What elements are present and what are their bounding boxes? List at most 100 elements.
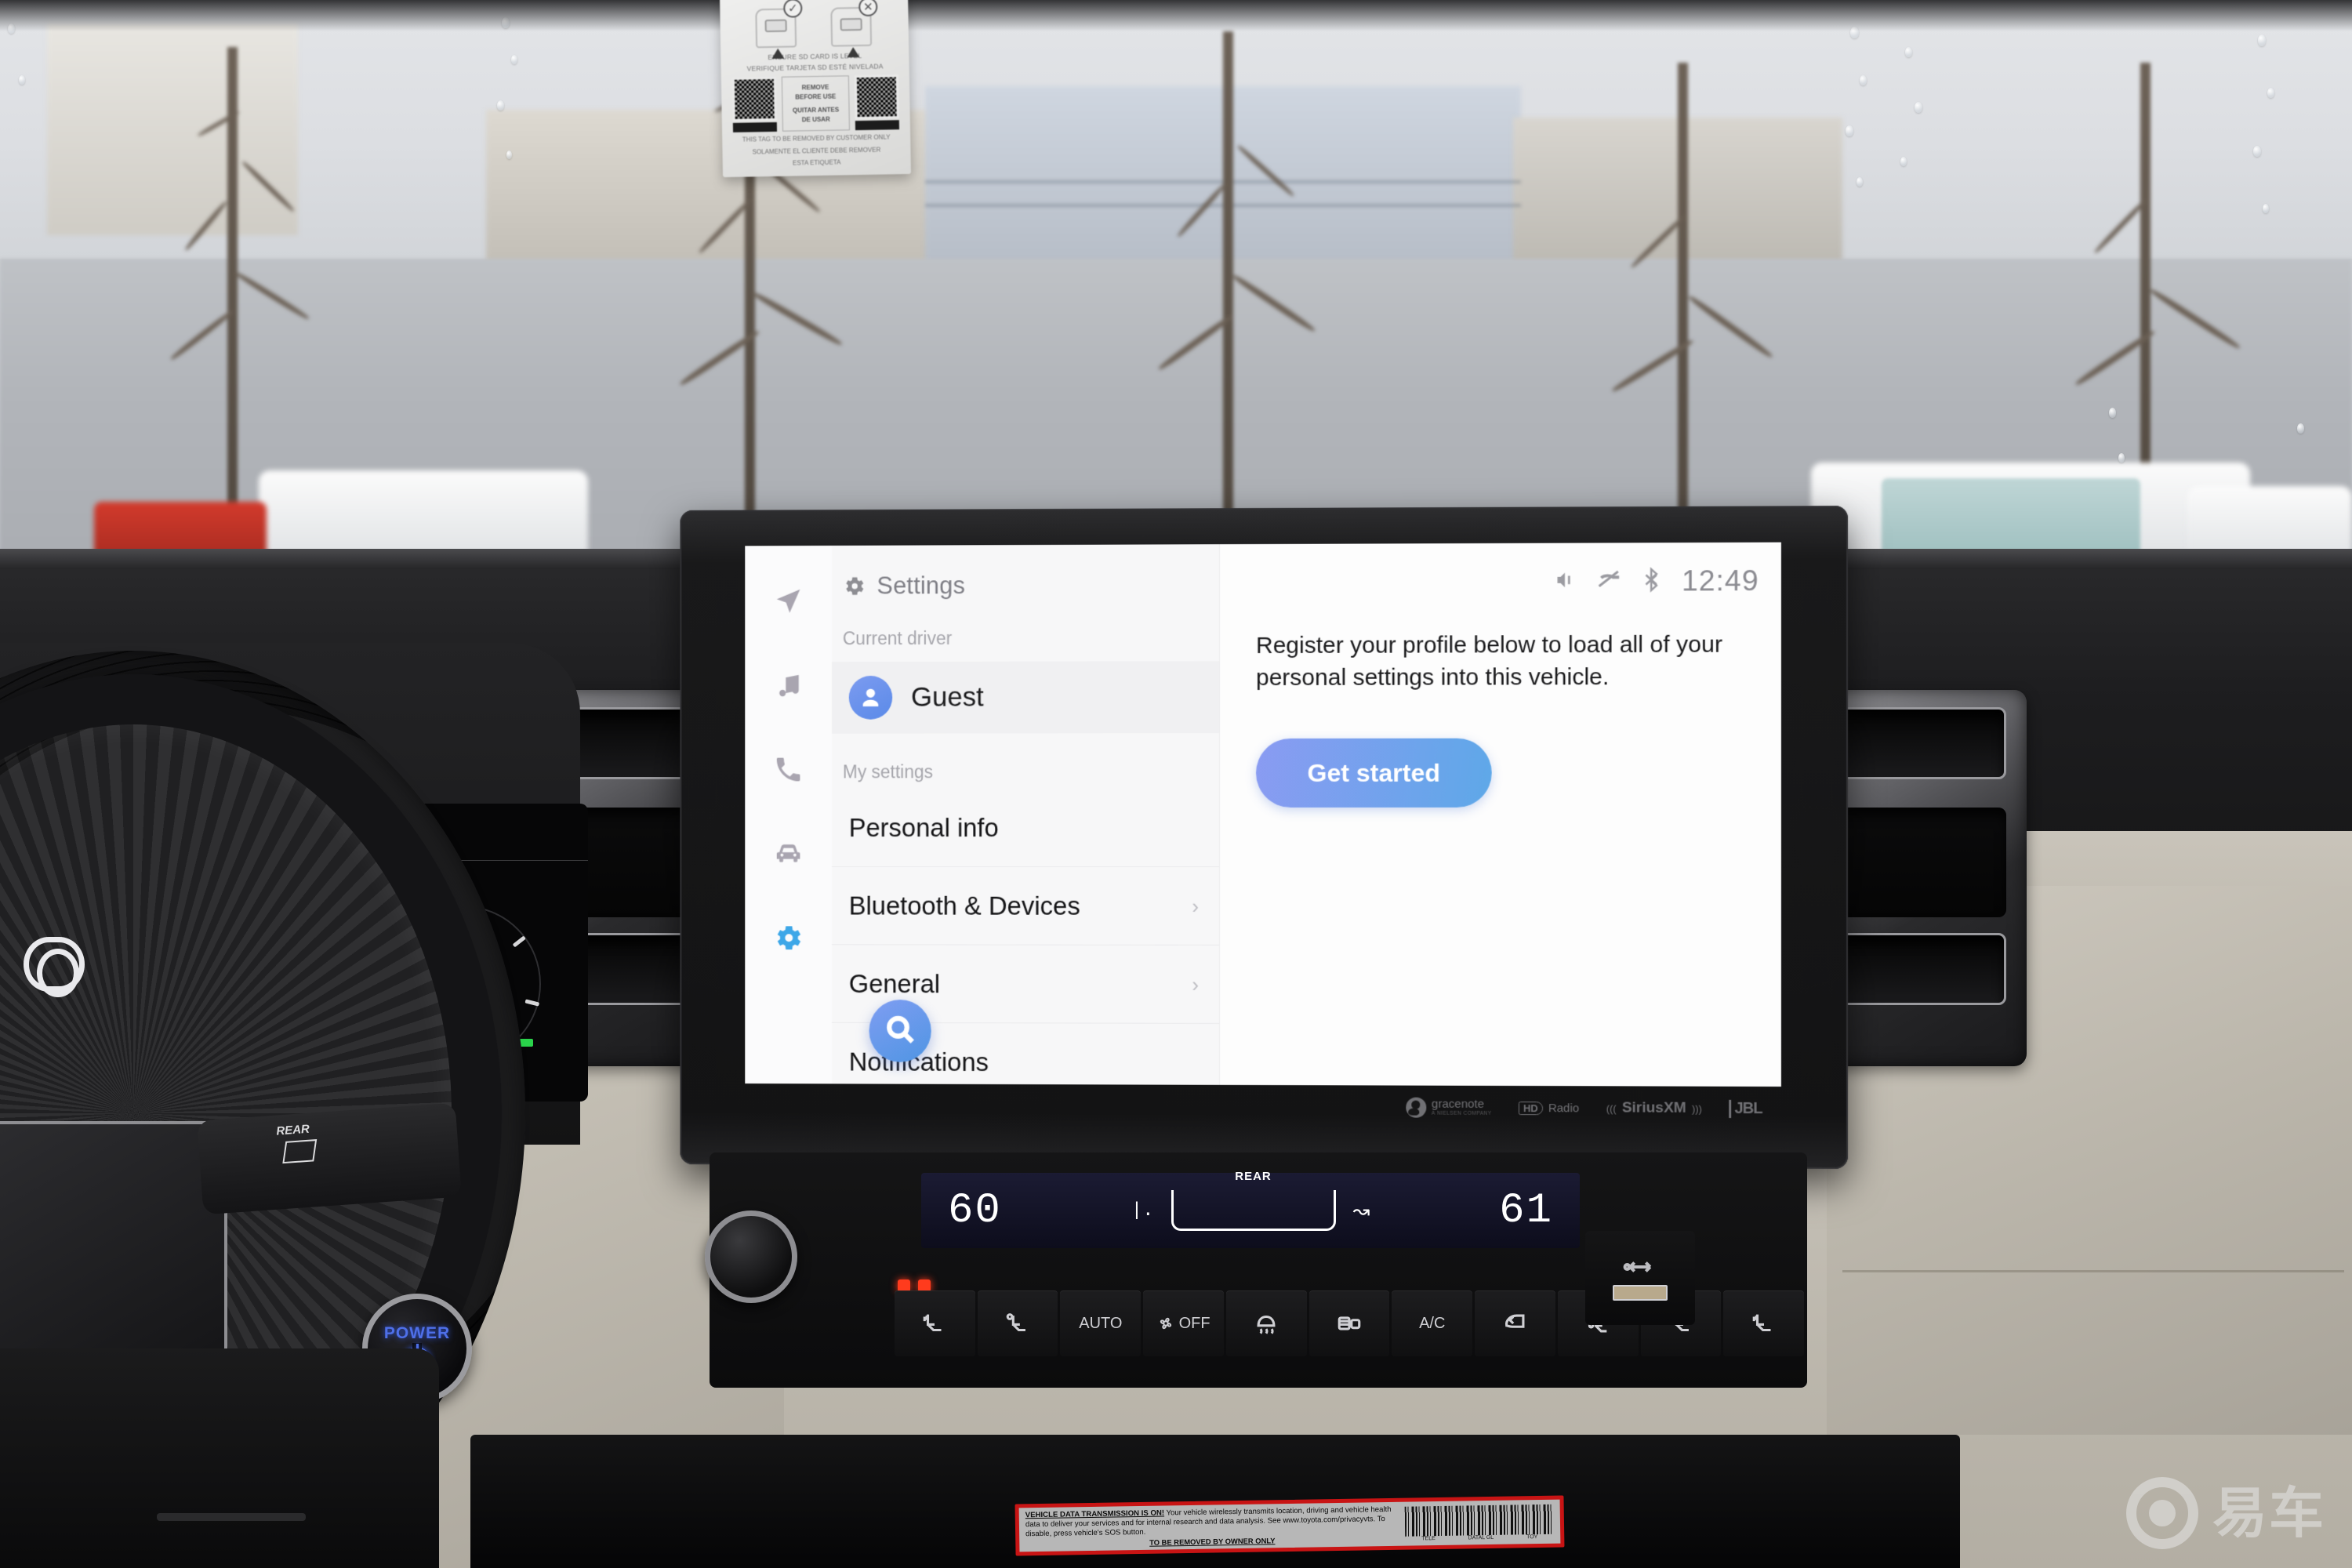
airflow-arrow-icon: ↝ <box>1352 1198 1370 1222</box>
barcode-label: TOY <box>1526 1534 1538 1541</box>
water-droplet <box>2253 146 2261 157</box>
siriusxm-text: SiriusXM <box>1621 1099 1686 1116</box>
steering-wheel-hub <box>0 1121 227 1380</box>
vehicle-data-warning-label: VEHICLE DATA TRANSMISSION IS ON! Your ve… <box>1014 1495 1565 1556</box>
fan-off-button[interactable]: OFF <box>1143 1290 1224 1356</box>
status-bar-clock: 12:49 <box>1681 564 1759 597</box>
jbl-logo: JBL <box>1729 1099 1762 1118</box>
avatar <box>848 675 893 720</box>
settings-panel: Settings Current driver Guest My setting… <box>831 544 1221 1085</box>
airflow-seat-icon: REAR <box>1171 1170 1336 1231</box>
siriusxm-wave-left-icon: ((( <box>1606 1102 1617 1115</box>
infotainment-screen[interactable]: Settings Current driver Guest My setting… <box>745 542 1781 1087</box>
navigation-icon[interactable] <box>771 583 806 619</box>
driver-temperature: 60 <box>948 1186 1002 1235</box>
tag-qr-right <box>854 74 900 131</box>
menu-item-personal-info[interactable]: Personal info <box>831 789 1220 867</box>
gracenote-mark-icon <box>1405 1097 1426 1118</box>
sd-card-correct-icon: ✓ <box>752 0 803 59</box>
auto-button[interactable]: AUTO <box>1060 1290 1142 1356</box>
footwell-trim <box>157 1513 306 1521</box>
hd-badge: HD <box>1518 1101 1543 1115</box>
volume-off-icon <box>1554 567 1579 596</box>
water-droplet <box>2263 204 2269 213</box>
menu-item-bluetooth-devices[interactable]: Bluetooth & Devices › <box>831 866 1220 946</box>
recirculate-button[interactable] <box>1475 1290 1555 1356</box>
driver-name: Guest <box>911 681 984 713</box>
passenger-temperature: 61 <box>1499 1186 1553 1235</box>
fan-speed-indicator: |. <box>1131 1200 1154 1221</box>
warning-text-block: VEHICLE DATA TRANSMISSION IS ON! Your ve… <box>1025 1504 1399 1548</box>
tag-box-en1: REMOVE <box>801 83 829 92</box>
water-droplet <box>2267 88 2274 98</box>
barcode-labels: TELE DATAL GL TOY <box>1405 1534 1555 1542</box>
tag-foot-es2: ESTA ETIQUETA <box>792 158 841 167</box>
menu-item-label: Bluetooth & Devices <box>848 891 1080 920</box>
rear-label: REAR <box>1235 1170 1272 1183</box>
chevron-right-icon: › <box>1192 972 1200 996</box>
gear-icon[interactable] <box>771 920 806 956</box>
toyota-logo <box>24 937 85 997</box>
tag-box-en2: BEFORE USE <box>795 93 837 101</box>
chevron-right-icon: › <box>1192 894 1200 918</box>
gracenote-logo: gracenote A NIELSEN COMPANY <box>1405 1097 1492 1118</box>
roof-shadow <box>0 0 2352 31</box>
app-rail <box>745 545 832 1084</box>
audio-brand-bar: gracenote A NIELSEN COMPANY HD Radio (((… <box>745 1087 1781 1127</box>
barcode-label: TELE <box>1421 1536 1436 1542</box>
usb-port[interactable] <box>1585 1231 1695 1325</box>
hd-radio-logo: HD Radio <box>1518 1101 1580 1115</box>
power-button-label: POWER <box>383 1323 451 1342</box>
water-droplet <box>19 75 25 85</box>
water-droplet <box>1857 177 1863 187</box>
driver-seat-heater-button[interactable] <box>895 1290 975 1356</box>
phone-icon[interactable] <box>771 752 806 788</box>
tag-qr-left <box>731 77 778 133</box>
driver-seat-ventilation-button[interactable] <box>977 1290 1058 1356</box>
water-droplet <box>1860 75 1867 85</box>
water-droplet <box>1846 125 1853 136</box>
passenger-seat-heater-button[interactable] <box>1723 1290 1805 1356</box>
menu-item-label: Personal info <box>848 812 999 842</box>
current-driver-row[interactable]: Guest <box>831 661 1220 734</box>
settings-header: Settings <box>832 544 1219 600</box>
siriusxm-logo: ((( SiriusXM ))) <box>1606 1099 1702 1116</box>
hd-radio-text: Radio <box>1548 1101 1580 1115</box>
watermark: 易车 <box>2126 1477 2325 1549</box>
wiper-stalk[interactable]: REAR <box>197 1102 462 1215</box>
tag-remove-box: REMOVE BEFORE USE QUITAR ANTES DE USAR <box>781 75 851 132</box>
status-bar: 12:49 <box>1554 564 1759 598</box>
water-droplet <box>2297 423 2304 434</box>
tag-foot-en: THIS TAG TO BE REMOVED BY CUSTOMER ONLY <box>742 133 891 143</box>
truck-windshield <box>1882 478 2140 557</box>
menu-item-label: General <box>848 968 941 998</box>
tag-icon-row: ✓ ✕ <box>752 0 878 59</box>
dash-seam <box>1842 1270 2344 1272</box>
siriusxm-wave-right-icon: ))) <box>1691 1102 1703 1115</box>
water-droplet <box>1905 47 1912 57</box>
search-button[interactable] <box>869 1000 931 1062</box>
car-icon[interactable] <box>771 836 806 872</box>
front-defrost-button[interactable] <box>1225 1290 1307 1356</box>
rear-defrost-button[interactable] <box>1308 1290 1390 1356</box>
usb-slot <box>1613 1285 1668 1301</box>
profile-register-panel: 12:49 Register your profile below to loa… <box>1220 542 1781 1087</box>
water-droplet <box>506 151 512 159</box>
music-icon[interactable] <box>771 667 806 703</box>
sd-card-wrong-icon: ✕ <box>827 0 878 58</box>
tag-box-es1: QUITAR ANTES <box>792 106 840 114</box>
promo-text: Register your profile below to load all … <box>1256 631 1723 691</box>
search-icon <box>884 1012 916 1049</box>
ac-button[interactable]: A/C <box>1392 1290 1473 1356</box>
water-droplet <box>1900 157 1907 166</box>
bluetooth-icon <box>1639 567 1664 596</box>
scene-root: ✓ ✕ ENSURE SD CARD IS LEVEL VERIFIQUE TA… <box>0 0 2352 1568</box>
get-started-button[interactable]: Get started <box>1256 738 1492 808</box>
driver-temp-knob[interactable] <box>705 1210 797 1303</box>
gear-icon-small <box>843 575 866 598</box>
rear-wiper-icon <box>282 1139 318 1164</box>
barcode-label: DATAL GL <box>1468 1534 1494 1541</box>
stalk-rear-label: REAR <box>275 1122 310 1138</box>
windshield-tag: ✓ ✕ ENSURE SD CARD IS LEVEL VERIFIQUE TA… <box>719 0 912 178</box>
knee-panel-left <box>0 1348 439 1568</box>
